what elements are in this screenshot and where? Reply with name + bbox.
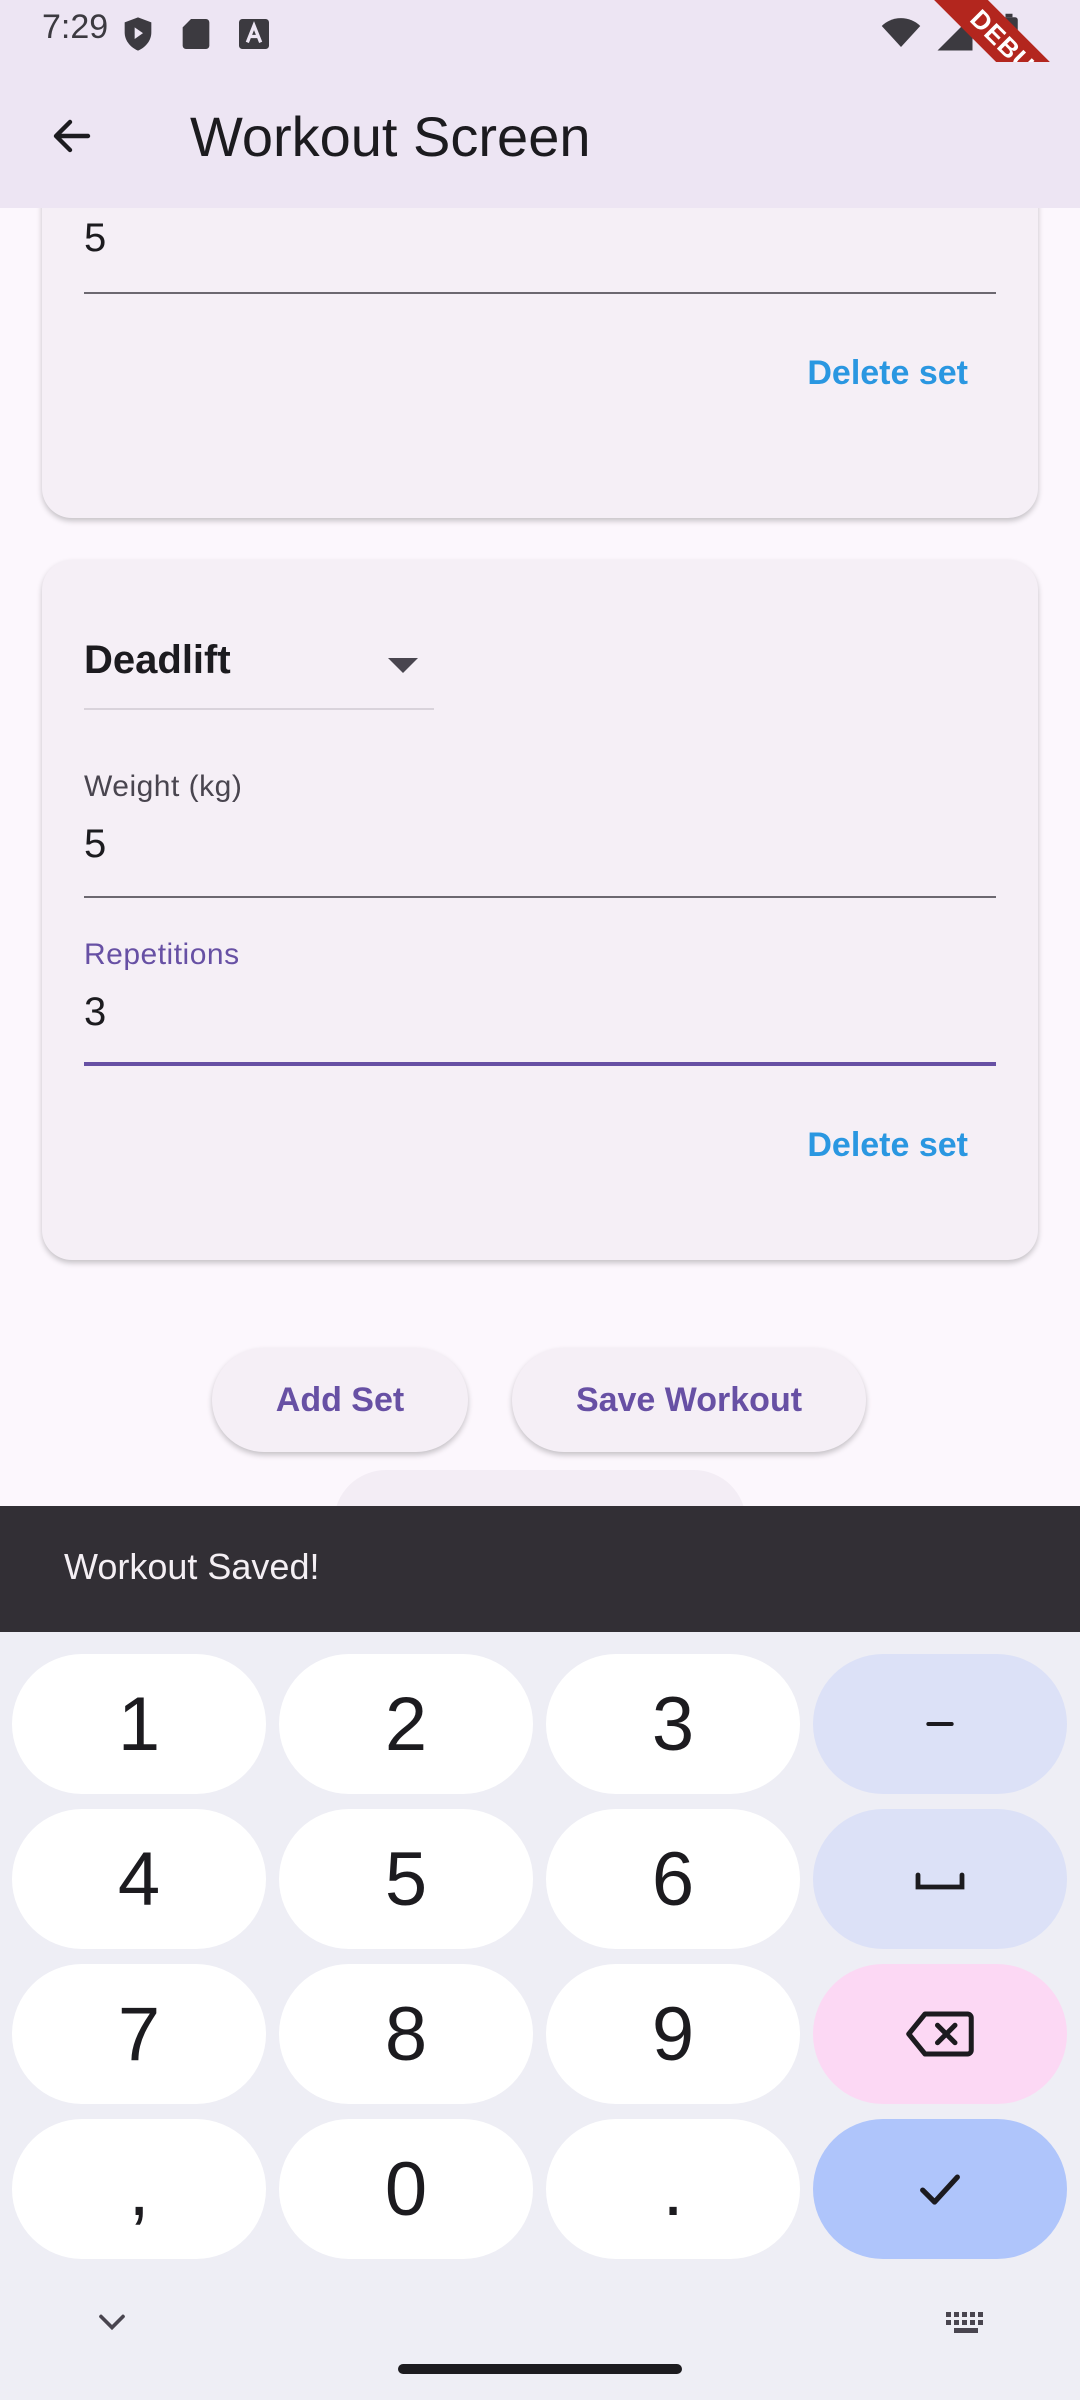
space-icon [915,1872,965,1890]
key-period[interactable]: . [546,2119,800,2259]
delete-set-button[interactable]: Delete set [807,1126,968,1165]
reps-field-underline [84,1062,996,1066]
weight-field-input[interactable]: 5 [84,822,106,867]
hide-keyboard-button[interactable] [90,2300,134,2349]
backspace-icon [906,2011,974,2057]
keyboard-bottom-bar [0,2282,1080,2400]
weight-field-underline [84,896,996,898]
font-a-icon [239,19,269,49]
dropdown-arrow-icon [388,658,418,673]
exercise-dropdown-value: Deadlift [84,638,231,682]
status-time: 7:29 [42,8,109,46]
chevron-down-icon [99,2314,125,2331]
app-bar: Workout Screen [0,62,1080,208]
key-2[interactable]: 2 [279,1654,533,1794]
weight-field-label: Weight (kg) [84,770,243,803]
check-icon [920,2174,960,2205]
key-3[interactable]: 3 [546,1654,800,1794]
home-indicator[interactable] [398,2364,682,2374]
key-5[interactable]: 5 [279,1809,533,1949]
reps-field-input[interactable]: 3 [84,990,106,1035]
status-icons-left [118,14,274,54]
page-title: Workout Screen [190,105,591,168]
weight-field-underline [84,292,996,294]
key-minus[interactable] [813,1654,1067,1794]
obscured-button[interactable] [334,1470,746,1506]
set-card: 5 Delete set [42,208,1038,518]
key-comma[interactable]: , [12,2119,266,2259]
exercise-dropdown[interactable]: Deadlift [84,620,434,710]
status-bar: 7:29 [0,0,1080,62]
key-space[interactable] [813,1809,1067,1949]
key-9[interactable]: 9 [546,1964,800,2104]
shield-play-icon [124,17,152,51]
key-1[interactable]: 1 [12,1654,266,1794]
key-8[interactable]: 8 [279,1964,533,2104]
minus-icon [926,1722,954,1726]
sd-card-icon [182,19,210,49]
arrow-back-icon [53,119,91,153]
wifi-icon [881,18,921,47]
key-0[interactable]: 0 [279,2119,533,2259]
numeric-keyboard: 1 2 3 4 5 6 7 8 9 , 0 . [0,1632,1080,2400]
key-6[interactable]: 6 [546,1809,800,1949]
weight-field-value[interactable]: 5 [84,216,106,261]
workout-form[interactable]: 5 Delete set Deadlift Weight (kg) 5 Repe… [0,208,1080,1506]
add-set-button[interactable]: Add Set [212,1348,468,1452]
keyboard-icon [946,2312,983,2333]
save-workout-button[interactable]: Save Workout [512,1348,866,1452]
snackbar-message: Workout Saved! [64,1546,320,1587]
snackbar: Workout Saved! [0,1506,1080,1632]
key-4[interactable]: 4 [12,1809,266,1949]
reps-field-label: Repetitions [84,938,240,971]
key-7[interactable]: 7 [12,1964,266,2104]
back-button[interactable] [40,104,104,168]
key-backspace[interactable] [813,1964,1067,2104]
keyboard-switch-button[interactable] [942,2300,990,2349]
key-enter[interactable] [813,2119,1067,2259]
set-card: Deadlift Weight (kg) 5 Repetitions 3 Del… [42,560,1038,1260]
delete-set-button[interactable]: Delete set [807,354,968,393]
